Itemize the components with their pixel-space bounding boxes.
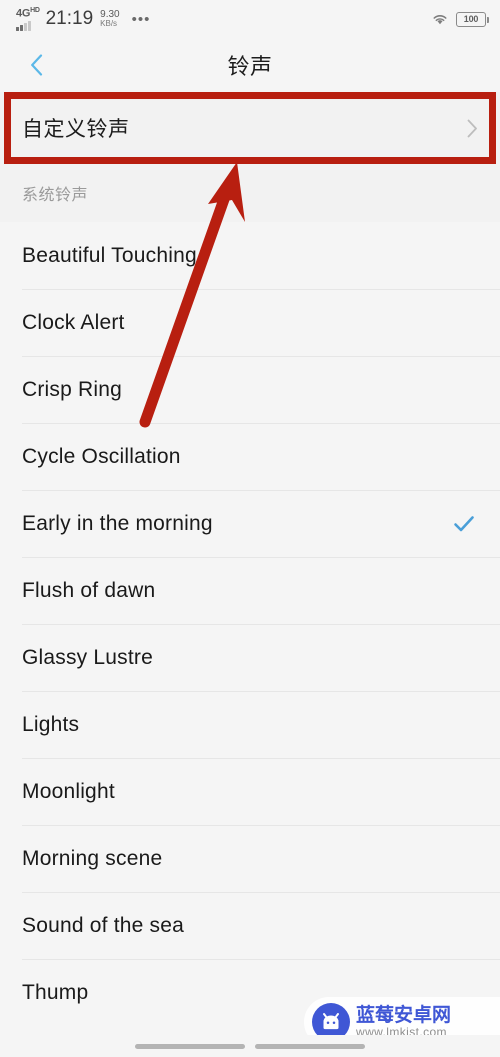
ringtone-name: Clock Alert xyxy=(22,310,125,334)
section-header-system-ringtones: 系统铃声 xyxy=(0,164,500,222)
nav-gesture-pill-left[interactable] xyxy=(135,1043,245,1049)
ringtone-name: Flush of dawn xyxy=(22,578,156,602)
ringtone-row[interactable]: Glassy Lustre xyxy=(0,624,500,691)
app-bar: 铃声 xyxy=(0,38,500,92)
ringtone-row[interactable]: Beautiful Touching xyxy=(0,222,500,289)
ringtone-row[interactable]: Crisp Ring xyxy=(0,356,500,423)
ringtone-row[interactable]: Morning scene xyxy=(0,825,500,892)
battery-indicator: 100 xyxy=(456,11,489,27)
android-robot-glyph xyxy=(323,1013,339,1030)
ringtone-name: Sound of the sea xyxy=(22,913,184,937)
ringtone-row[interactable]: Sound of the sea xyxy=(0,892,500,959)
ringtone-name: Lights xyxy=(22,712,80,736)
ringtone-row[interactable]: Clock Alert xyxy=(0,289,500,356)
network-type-label: 4GHD xyxy=(16,7,40,20)
cellular-network-indicator: 4GHD xyxy=(16,7,40,31)
status-clock: 21:19 xyxy=(45,8,94,29)
ringtone-name: Morning scene xyxy=(22,846,163,870)
ringtone-name: Thump xyxy=(22,980,89,1004)
ringtone-list: Beautiful Touching Clock Alert Crisp Ring C… xyxy=(0,222,500,1026)
system-navigation-bar xyxy=(0,1035,500,1057)
wifi-icon xyxy=(433,15,447,25)
status-bar-right: 100 xyxy=(431,11,489,27)
custom-ringtone-row[interactable]: 自定义铃声 xyxy=(0,92,500,164)
status-bar-left: 4GHD 21:19 9.30 KB/s ••• xyxy=(16,7,150,31)
signal-bars-icon xyxy=(16,20,31,31)
ringtone-name: Crisp Ring xyxy=(22,377,123,401)
ringtone-row[interactable]: Moonlight xyxy=(0,758,500,825)
back-button[interactable] xyxy=(16,45,56,85)
ringtone-row[interactable]: Early in the morning xyxy=(0,490,500,557)
ringtone-name: Beautiful Touching xyxy=(22,243,197,267)
more-dots-icon: ••• xyxy=(131,10,151,28)
watermark-text: 蓝莓安卓网 www.lmkjst.com xyxy=(356,1004,452,1039)
section-header-label: 系统铃声 xyxy=(22,187,89,204)
watermark-brand: 蓝莓安卓网 xyxy=(356,1004,452,1026)
ringtone-row[interactable]: Lights xyxy=(0,691,500,758)
status-bar: 4GHD 21:19 9.30 KB/s ••• 100 xyxy=(0,0,500,38)
phone-screen: 4GHD 21:19 9.30 KB/s ••• 100 铃声 自定义铃声 系统… xyxy=(0,0,500,1057)
chevron-right-icon xyxy=(467,119,477,137)
ringtone-name: Glassy Lustre xyxy=(22,645,153,669)
custom-ringtone-label: 自定义铃声 xyxy=(22,118,130,141)
ringtone-row[interactable]: Flush of dawn xyxy=(0,557,500,624)
ringtone-name: Moonlight xyxy=(22,779,115,803)
nav-gesture-pill-right[interactable] xyxy=(255,1043,365,1049)
ringtone-row[interactable]: Cycle Oscillation xyxy=(0,423,500,490)
network-speed-indicator: 9.30 KB/s xyxy=(100,9,119,29)
check-icon xyxy=(454,515,474,531)
chevron-left-icon xyxy=(30,54,42,76)
page-title: 铃声 xyxy=(227,54,273,79)
ringtone-name: Cycle Oscillation xyxy=(22,444,181,468)
ringtone-name: Early in the morning xyxy=(22,511,213,535)
battery-level-text: 100 xyxy=(463,14,479,24)
network-speed-unit: KB/s xyxy=(100,19,118,29)
